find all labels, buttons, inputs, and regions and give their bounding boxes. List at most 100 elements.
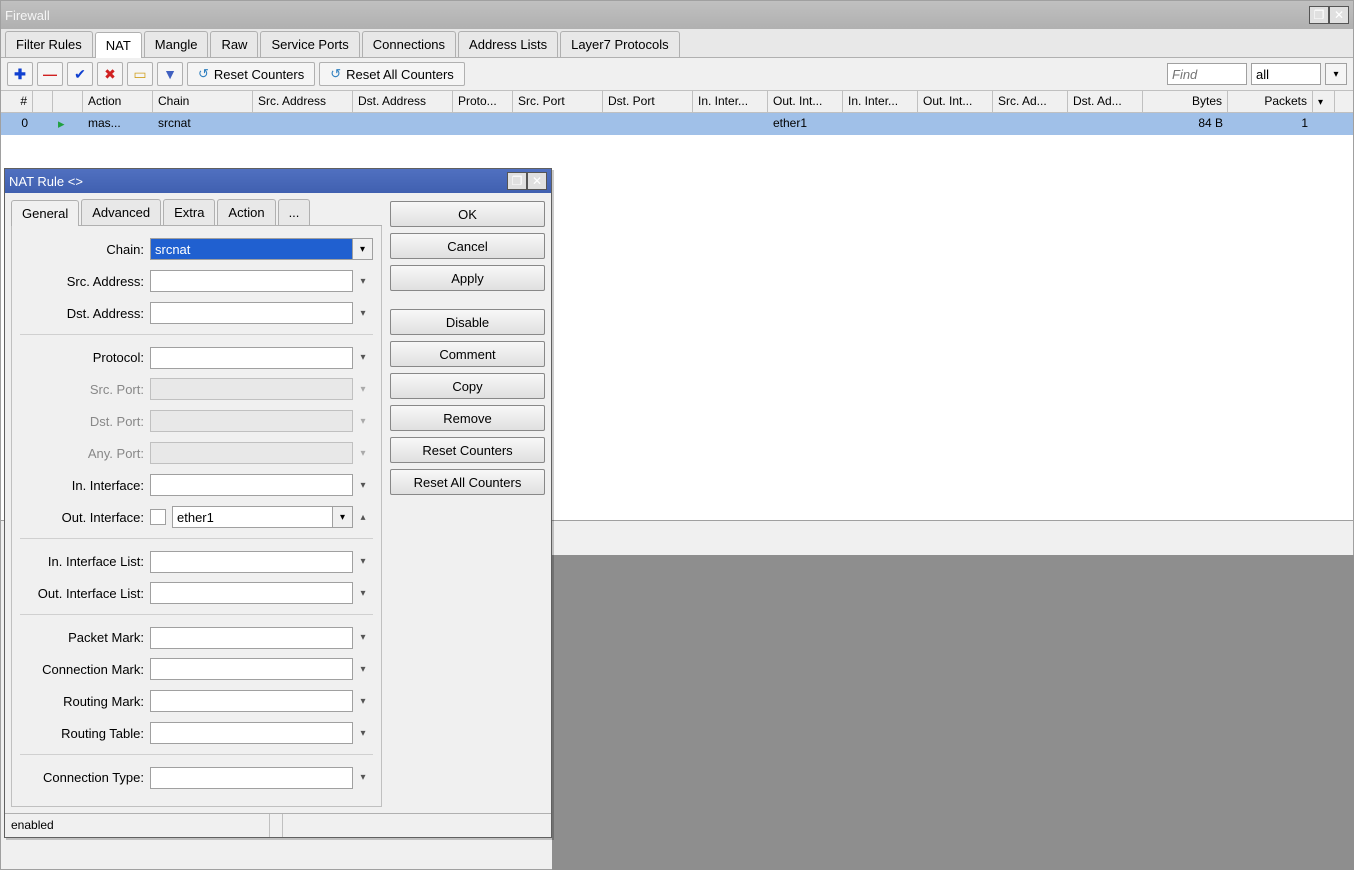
input-connection-mark[interactable] xyxy=(150,658,353,680)
disable-button[interactable]: ✖ xyxy=(97,62,123,86)
col-action[interactable]: Action xyxy=(83,91,153,112)
cell-out-int: ether1 xyxy=(768,113,843,135)
toolbar: ✚ — ✔ ✖ ▭ ▼ ↺Reset Counters ↺Reset All C… xyxy=(1,58,1353,91)
cancel-button[interactable]: Cancel xyxy=(390,233,545,259)
input-chain[interactable]: srcnat xyxy=(150,238,353,260)
col-src-ad[interactable]: Src. Ad... xyxy=(993,91,1068,112)
routing-table-expand[interactable] xyxy=(353,722,373,744)
cell-flag xyxy=(33,113,53,135)
col-options[interactable] xyxy=(1313,91,1335,112)
src-port-expand[interactable] xyxy=(353,378,373,400)
routing-mark-expand[interactable] xyxy=(353,690,373,712)
reset-all-counters-button[interactable]: ↺Reset All Counters xyxy=(319,62,465,86)
dlg-tab-more[interactable]: ... xyxy=(278,199,311,225)
out-interface-collapse[interactable] xyxy=(353,506,373,528)
input-protocol[interactable] xyxy=(150,347,353,369)
ok-button[interactable]: OK xyxy=(390,201,545,227)
main-maximize-button[interactable]: ❐ xyxy=(1309,6,1329,24)
input-routing-mark[interactable] xyxy=(150,690,353,712)
col-st[interactable] xyxy=(53,91,83,112)
tab-address-lists[interactable]: Address Lists xyxy=(458,31,558,57)
tab-mangle[interactable]: Mangle xyxy=(144,31,209,57)
copy-button[interactable]: Copy xyxy=(390,373,545,399)
connection-mark-expand[interactable] xyxy=(353,658,373,680)
col-packets[interactable]: Packets xyxy=(1228,91,1313,112)
dlg-tab-extra[interactable]: Extra xyxy=(163,199,215,225)
col-in-inter[interactable]: In. Inter... xyxy=(693,91,768,112)
input-out-interface[interactable]: ether1 xyxy=(172,506,333,528)
dst-address-expand[interactable] xyxy=(353,302,373,324)
label-in-interface-list: In. Interface List: xyxy=(20,554,150,569)
input-routing-table[interactable] xyxy=(150,722,353,744)
dialog-close-button[interactable]: ✕ xyxy=(527,172,547,190)
find-input[interactable] xyxy=(1167,63,1247,85)
in-interface-expand[interactable] xyxy=(353,474,373,496)
chain-dropdown[interactable] xyxy=(353,238,373,260)
enable-button[interactable]: ✔ xyxy=(67,62,93,86)
connection-type-expand[interactable] xyxy=(353,767,373,789)
main-title: Firewall xyxy=(5,8,1309,23)
filter-dropdown-button[interactable] xyxy=(1325,63,1347,85)
dialog-maximize-button[interactable]: ❐ xyxy=(507,172,527,190)
table-header: # Action Chain Src. Address Dst. Address… xyxy=(1,91,1353,113)
input-dst-address[interactable] xyxy=(150,302,353,324)
reset-all-counters-rule-button[interactable]: Reset All Counters xyxy=(390,469,545,495)
comment-button[interactable]: ▭ xyxy=(127,62,153,86)
input-connection-type[interactable] xyxy=(150,767,353,789)
col-out-int2[interactable]: Out. Int... xyxy=(918,91,993,112)
out-interface-negate[interactable] xyxy=(150,509,166,525)
col-flag[interactable] xyxy=(33,91,53,112)
dst-port-expand[interactable] xyxy=(353,410,373,432)
input-src-address[interactable] xyxy=(150,270,353,292)
col-proto[interactable]: Proto... xyxy=(453,91,513,112)
input-in-interface-list[interactable] xyxy=(150,551,353,573)
table-row[interactable]: 0 ▸ mas... srcnat ether1 84 B 1 xyxy=(1,113,1353,135)
reset-counters-rule-button[interactable]: Reset Counters xyxy=(390,437,545,463)
col-in-inter2[interactable]: In. Inter... xyxy=(843,91,918,112)
col-out-int[interactable]: Out. Int... xyxy=(768,91,843,112)
input-in-interface[interactable] xyxy=(150,474,353,496)
tab-nat[interactable]: NAT xyxy=(95,32,142,58)
src-address-expand[interactable] xyxy=(353,270,373,292)
tab-connections[interactable]: Connections xyxy=(362,31,456,57)
tab-service-ports[interactable]: Service Ports xyxy=(260,31,359,57)
label-protocol: Protocol: xyxy=(20,350,150,365)
label-chain: Chain: xyxy=(20,242,150,257)
nat-rule-dialog: NAT Rule <> ❐ ✕ General Advanced Extra A… xyxy=(4,168,552,838)
reset-counters-button[interactable]: ↺Reset Counters xyxy=(187,62,315,86)
dlg-tab-action[interactable]: Action xyxy=(217,199,275,225)
tab-filter-rules[interactable]: Filter Rules xyxy=(5,31,93,57)
protocol-expand[interactable] xyxy=(353,347,373,369)
input-out-interface-list[interactable] xyxy=(150,582,353,604)
dlg-tab-advanced[interactable]: Advanced xyxy=(81,199,161,225)
input-packet-mark[interactable] xyxy=(150,627,353,649)
out-interface-dropdown[interactable] xyxy=(333,506,353,528)
col-bytes[interactable]: Bytes xyxy=(1143,91,1228,112)
background-area xyxy=(552,555,1354,870)
dlg-tab-general[interactable]: General xyxy=(11,200,79,226)
any-port-expand[interactable] xyxy=(353,442,373,464)
col-src-port[interactable]: Src. Port xyxy=(513,91,603,112)
tab-raw[interactable]: Raw xyxy=(210,31,258,57)
comment-rule-button[interactable]: Comment xyxy=(390,341,545,367)
remove-button[interactable]: — xyxy=(37,62,63,86)
col-num[interactable]: # xyxy=(1,91,33,112)
filter-select[interactable]: all xyxy=(1251,63,1321,85)
add-button[interactable]: ✚ xyxy=(7,62,33,86)
col-chain[interactable]: Chain xyxy=(153,91,253,112)
cell-packets: 1 xyxy=(1228,113,1313,135)
remove-rule-button[interactable]: Remove xyxy=(390,405,545,431)
filter-button[interactable]: ▼ xyxy=(157,62,183,86)
main-close-button[interactable]: ✕ xyxy=(1329,6,1349,24)
apply-button[interactable]: Apply xyxy=(390,265,545,291)
col-dst-address[interactable]: Dst. Address xyxy=(353,91,453,112)
in-interface-list-expand[interactable] xyxy=(353,551,373,573)
packet-mark-expand[interactable] xyxy=(353,627,373,649)
disable-rule-button[interactable]: Disable xyxy=(390,309,545,335)
col-dst-port[interactable]: Dst. Port xyxy=(603,91,693,112)
dialog-titlebar[interactable]: NAT Rule <> ❐ ✕ xyxy=(5,169,551,193)
out-interface-list-expand[interactable] xyxy=(353,582,373,604)
tab-layer7[interactable]: Layer7 Protocols xyxy=(560,31,680,57)
col-dst-ad[interactable]: Dst. Ad... xyxy=(1068,91,1143,112)
col-src-address[interactable]: Src. Address xyxy=(253,91,353,112)
